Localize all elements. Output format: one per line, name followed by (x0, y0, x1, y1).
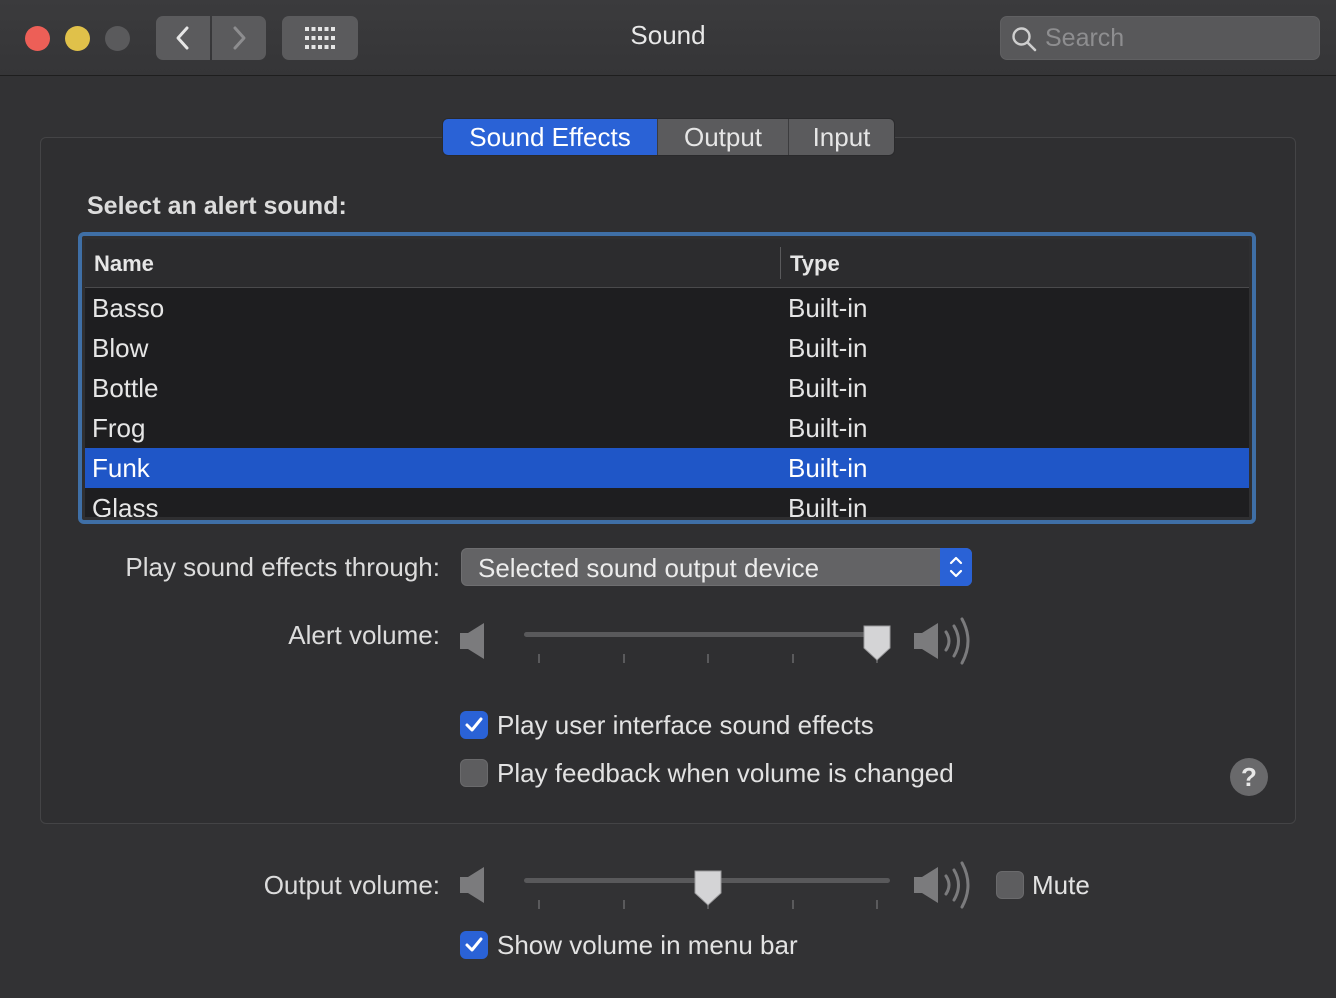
select-stepper[interactable] (940, 548, 972, 586)
speaker-low-icon (460, 867, 484, 903)
search-input[interactable] (1045, 23, 1305, 53)
sound-name: Blow (92, 333, 149, 363)
table-row[interactable]: Frog Built-in (85, 408, 1249, 448)
checkmark-icon (465, 937, 483, 952)
slider-tick (538, 654, 540, 663)
tab-sound-effects[interactable]: Sound Effects (443, 119, 658, 155)
sound-type: Built-in (788, 493, 868, 517)
checkmark-icon (465, 717, 483, 732)
table-row[interactable]: Glass Built-in (85, 488, 1249, 517)
table-header: Name Type (85, 239, 1249, 288)
tab-output[interactable]: Output (658, 119, 789, 155)
slider-tick (623, 900, 625, 909)
slider-tick (707, 654, 709, 663)
close-window-button[interactable] (25, 26, 50, 51)
play-through-label: Play sound effects through: (125, 552, 440, 582)
sound-type: Built-in (788, 373, 868, 403)
title-bar: Sound (0, 0, 1336, 76)
slider-tick (876, 900, 878, 909)
table-row[interactable]: Basso Built-in (85, 288, 1249, 328)
tab-bar: Sound Effects Output Input (442, 118, 895, 156)
sound-name: Glass (92, 493, 159, 517)
slider-tick (792, 900, 794, 909)
feedback-checkbox[interactable] (460, 759, 488, 787)
grid-icon (305, 27, 335, 49)
slider-tick (792, 654, 794, 663)
table-row[interactable]: Blow Built-in (85, 328, 1249, 368)
alert-volume-track[interactable] (524, 632, 890, 637)
back-button[interactable] (156, 16, 210, 60)
output-volume-label: Output volume: (263, 870, 440, 900)
menu-bar-checkbox[interactable] (460, 931, 488, 959)
sound-type: Built-in (788, 453, 868, 483)
play-through-select[interactable]: Selected sound output device (461, 548, 972, 586)
speaker-high-icon (914, 861, 970, 909)
sound-type: Built-in (788, 333, 868, 363)
alert-volume-knob[interactable] (861, 624, 893, 662)
search-icon (1012, 27, 1037, 52)
help-button[interactable]: ? (1230, 758, 1268, 796)
window-title: Sound (630, 20, 706, 50)
slider-tick (623, 654, 625, 663)
show-all-button[interactable] (282, 16, 358, 60)
menu-bar-label[interactable]: Show volume in menu bar (497, 930, 798, 961)
alert-sound-heading: Select an alert sound: (87, 192, 347, 220)
play-through-value: Selected sound output device (478, 553, 820, 583)
speaker-low-icon (460, 623, 484, 659)
sound-name: Funk (92, 453, 150, 483)
speaker-high-icon (914, 617, 970, 665)
alert-sound-table[interactable]: Name Type Basso Built-in Blow Built-in B… (85, 239, 1249, 517)
table-row-selected[interactable]: Funk Built-in (85, 448, 1249, 488)
table-row[interactable]: Bottle Built-in (85, 368, 1249, 408)
sound-name: Bottle (92, 373, 159, 403)
forward-button[interactable] (212, 16, 266, 60)
sound-type: Built-in (788, 413, 868, 443)
chevron-right-icon (233, 26, 246, 50)
zoom-window-button[interactable] (105, 26, 130, 51)
search-field[interactable] (1000, 16, 1320, 60)
tab-input[interactable]: Input (789, 119, 894, 155)
sound-name: Frog (92, 413, 146, 443)
slider-tick (538, 900, 540, 909)
question-mark-icon: ? (1241, 761, 1257, 792)
sound-name: Basso (92, 293, 165, 323)
feedback-label[interactable]: Play feedback when volume is changed (497, 758, 954, 789)
chevron-left-icon (176, 26, 189, 50)
minimize-window-button[interactable] (65, 26, 90, 51)
column-header-type[interactable]: Type (790, 251, 840, 277)
alert-volume-label: Alert volume: (288, 620, 440, 650)
sound-type: Built-in (788, 293, 868, 323)
mute-label[interactable]: Mute (1032, 870, 1090, 901)
output-volume-knob[interactable] (692, 869, 724, 907)
ui-sounds-checkbox[interactable] (460, 711, 488, 739)
column-divider[interactable] (780, 247, 781, 279)
ui-sounds-label[interactable]: Play user interface sound effects (497, 710, 874, 741)
chevron-up-down-icon (949, 556, 963, 578)
column-header-name[interactable]: Name (94, 251, 154, 277)
mute-checkbox[interactable] (996, 871, 1024, 899)
